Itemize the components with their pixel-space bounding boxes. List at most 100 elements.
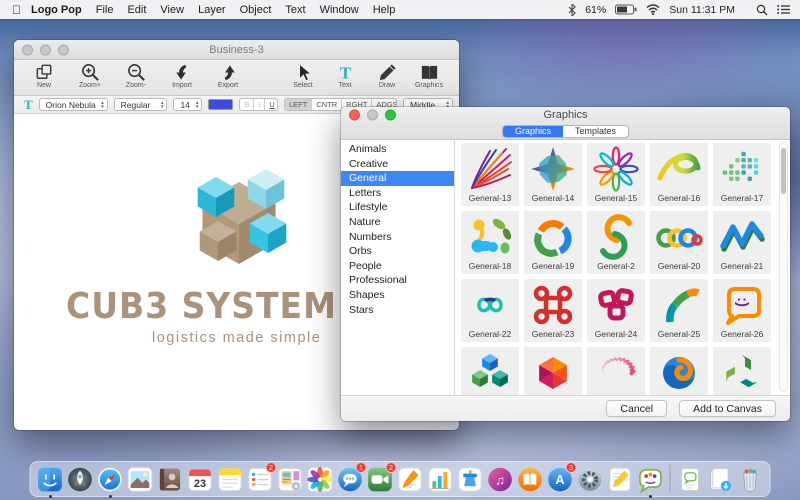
category-shapes[interactable]: Shapes: [341, 288, 454, 303]
graphics-item-general-22[interactable]: General-22: [461, 279, 519, 342]
dock-logo-pop-icon[interactable]: [637, 464, 664, 494]
dock-keynote-icon[interactable]: [457, 464, 484, 494]
dock-contacts-icon[interactable]: [157, 464, 184, 494]
dock-launchpad-icon[interactable]: [67, 464, 94, 494]
scrollbar-thumb[interactable]: [781, 148, 786, 194]
category-nature[interactable]: Nature: [341, 215, 454, 230]
style-b-button[interactable]: B: [240, 99, 254, 110]
category-creative[interactable]: Creative: [341, 157, 454, 172]
graphics-item-general-24[interactable]: General-24: [587, 279, 645, 342]
dock-photos-icon[interactable]: [307, 464, 334, 494]
font-style-select[interactable]: Regular▲▼: [114, 98, 168, 111]
menu-text[interactable]: Text: [285, 4, 305, 16]
dock-newsstand-icon[interactable]: [277, 464, 304, 494]
zoom-in-tool-button[interactable]: Zoom+: [70, 62, 110, 89]
graphics-item[interactable]: [461, 347, 519, 395]
bluetooth-icon[interactable]: [568, 4, 576, 16]
graphics-item-general-16[interactable]: General-16: [650, 143, 708, 206]
graphics-item-general-13[interactable]: General-13: [461, 143, 519, 206]
import-tool-button[interactable]: Import: [162, 62, 202, 89]
graphics-item[interactable]: [713, 347, 771, 395]
font-size-select[interactable]: 14▲▼: [173, 98, 202, 111]
menu-object[interactable]: Object: [240, 4, 272, 16]
font-color-well[interactable]: [208, 99, 233, 110]
graphics-tool-button[interactable]: Graphics: [409, 62, 449, 89]
font-family-select[interactable]: Orion Nebula▲▼: [39, 98, 108, 111]
dock-safari-icon[interactable]: [97, 464, 124, 494]
add-to-canvas-button[interactable]: Add to Canvas: [679, 400, 776, 417]
category-people[interactable]: People: [341, 259, 454, 274]
graphics-item-general-20[interactable]: General-20: [650, 211, 708, 274]
minimize-button[interactable]: [40, 44, 51, 55]
graphics-item[interactable]: [524, 347, 582, 395]
text-style-segment[interactable]: BIU: [239, 98, 278, 111]
zoom-out-tool-button[interactable]: Zoom-: [116, 62, 156, 89]
logo-tagline[interactable]: logistics made simple: [152, 330, 321, 346]
category-lifestyle[interactable]: Lifestyle: [341, 200, 454, 215]
select-tool-button[interactable]: Select: [283, 62, 323, 89]
logo-headline[interactable]: CUB3 SYSTEM: [66, 284, 337, 326]
menu-layer[interactable]: Layer: [198, 4, 226, 16]
menu-help[interactable]: Help: [373, 4, 396, 16]
graphics-item-general-17[interactable]: General-17: [713, 143, 771, 206]
apple-menu-icon[interactable]: : [12, 3, 21, 17]
zoom-button[interactable]: [58, 44, 69, 55]
zoom-button[interactable]: [385, 110, 396, 121]
graphics-item[interactable]: [587, 347, 645, 395]
menu-clock[interactable]: Sun 11:31 PM: [669, 4, 735, 16]
align-cntr-button[interactable]: CNTR: [312, 99, 342, 110]
export-tool-button[interactable]: Export: [208, 62, 248, 89]
graphics-item-general-15[interactable]: General-15: [587, 143, 645, 206]
wifi-icon[interactable]: [646, 4, 660, 15]
spotlight-icon[interactable]: [756, 4, 768, 16]
category-numbers[interactable]: Numbers: [341, 230, 454, 245]
minimize-button[interactable]: [367, 110, 378, 121]
close-button[interactable]: [349, 110, 360, 121]
category-animals[interactable]: Animals: [341, 142, 454, 157]
dock-finder-icon[interactable]: [37, 464, 64, 494]
dock-notes-icon[interactable]: [217, 464, 244, 494]
dock-numbers-icon[interactable]: [427, 464, 454, 494]
menu-edit[interactable]: Edit: [127, 4, 146, 16]
style-u-button[interactable]: U: [265, 99, 278, 110]
graphics-item-general-25[interactable]: General-25: [650, 279, 708, 342]
dock-pages-icon[interactable]: [397, 464, 424, 494]
graphics-item[interactable]: [650, 347, 708, 395]
notification-center-icon[interactable]: [777, 4, 790, 15]
menu-window[interactable]: Window: [320, 4, 359, 16]
text-tool-button[interactable]: TText: [325, 62, 365, 89]
dock-itunes-icon[interactable]: ♫: [487, 464, 514, 494]
draw-tool-button[interactable]: Draw: [367, 62, 407, 89]
category-orbs[interactable]: Orbs: [341, 244, 454, 259]
graphics-item-general-21[interactable]: General-21: [713, 211, 771, 274]
category-letters[interactable]: Letters: [341, 186, 454, 201]
dock-calendar-icon[interactable]: 23: [187, 464, 214, 494]
align-left-button[interactable]: LEFT: [285, 99, 312, 110]
graphics-item-general-2[interactable]: General-2: [587, 211, 645, 274]
scrollbar[interactable]: [779, 142, 788, 392]
dock-trash-icon[interactable]: [737, 464, 764, 494]
category-professional[interactable]: Professional: [341, 273, 454, 288]
close-button[interactable]: [22, 44, 33, 55]
menu-view[interactable]: View: [160, 4, 184, 16]
main-window-titlebar[interactable]: Business-3: [14, 40, 459, 60]
cancel-button[interactable]: Cancel: [606, 400, 667, 417]
battery-icon[interactable]: [615, 4, 637, 15]
tab-templates[interactable]: Templates: [563, 126, 628, 137]
tab-graphics[interactable]: Graphics: [503, 126, 563, 137]
graphics-panel-titlebar[interactable]: Graphics: [341, 107, 790, 123]
new-tool-button[interactable]: New: [24, 62, 64, 89]
dock-textedit-icon[interactable]: [607, 464, 634, 494]
dock-ibooks-icon[interactable]: [517, 464, 544, 494]
app-menu-title[interactable]: Logo Pop: [31, 4, 82, 16]
dock-appstore-icon[interactable]: A3: [547, 464, 574, 494]
graphics-item-general-23[interactable]: General-23: [524, 279, 582, 342]
dock-system-preferences-icon[interactable]: [577, 464, 604, 494]
dock-reminders-icon[interactable]: 2: [247, 464, 274, 494]
graphics-item-general-14[interactable]: General-14: [524, 143, 582, 206]
cube-logo-graphic[interactable]: [154, 152, 324, 282]
dock-facetime-icon[interactable]: 2: [367, 464, 394, 494]
dock-logo-pop-document-icon[interactable]: [677, 464, 704, 494]
graphics-item-general-18[interactable]: General-18: [461, 211, 519, 274]
graphics-item-general-19[interactable]: General-19: [524, 211, 582, 274]
